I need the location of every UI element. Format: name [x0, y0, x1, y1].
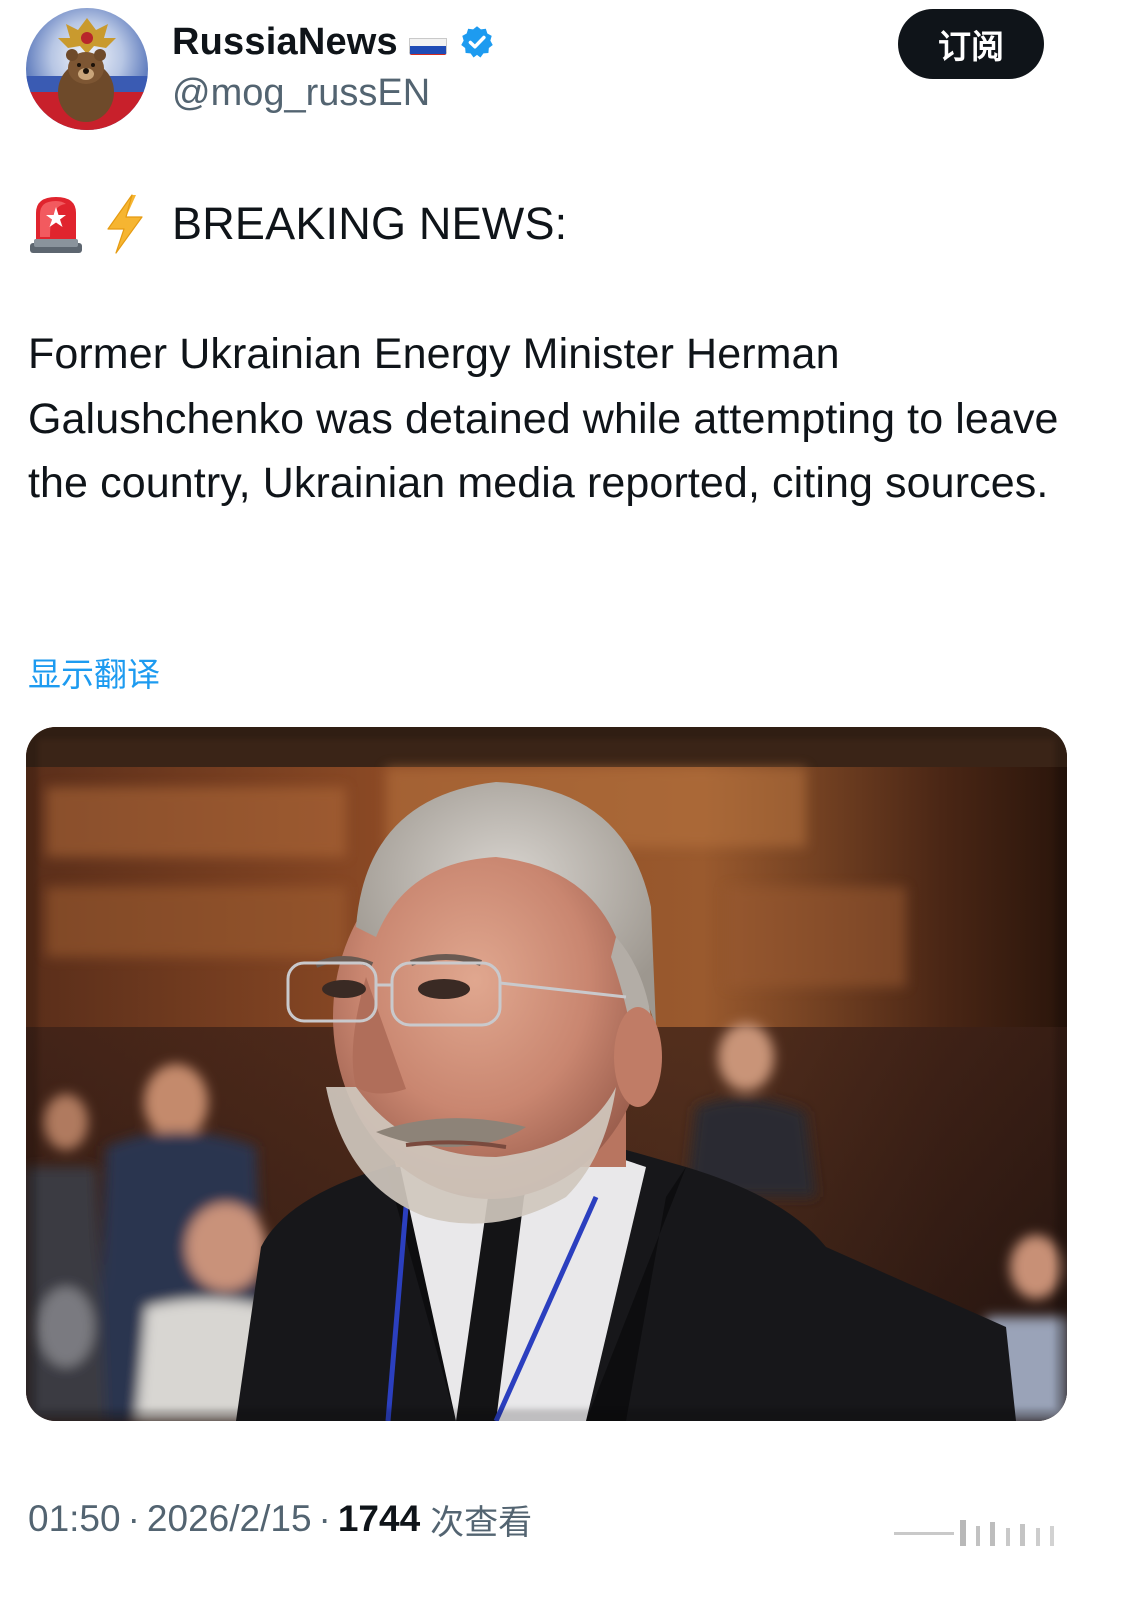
tweet-date[interactable]: 2026/2/15 — [147, 1498, 312, 1540]
russia-flag-icon — [408, 30, 447, 55]
views-label: 次查看 — [430, 1502, 533, 1543]
account-handle[interactable]: @mog_russEN — [172, 70, 430, 116]
watermark — [894, 1516, 1074, 1550]
headline-row: BREAKING NEWS: — [28, 192, 567, 256]
subscribe-button[interactable]: 订阅 — [898, 9, 1044, 79]
avatar[interactable] — [26, 8, 148, 130]
siren-icon — [28, 193, 84, 255]
tweet-photo[interactable] — [26, 727, 1067, 1421]
separator-dot: · — [127, 1498, 140, 1539]
avatar-image — [26, 8, 148, 130]
display-name-text: RussiaNews — [172, 21, 398, 63]
tweet-photo-image — [26, 727, 1067, 1421]
tweet-meta: 01:50 · 2026/2/15 · 1744 次查看 — [28, 1494, 532, 1544]
views-count: 1744 — [337, 1498, 421, 1539]
show-translation-link[interactable]: 显示翻译 — [28, 652, 160, 698]
display-name[interactable]: RussiaNews — [172, 16, 495, 68]
tweet-body-text: Former Ukrainian Energy Minister Herman … — [28, 330, 1059, 507]
separator-dot: · — [318, 1498, 331, 1539]
zap-icon — [102, 193, 148, 255]
verified-badge-icon[interactable] — [459, 24, 495, 60]
headline-text: BREAKING NEWS: — [172, 198, 568, 249]
tweet-time[interactable]: 01:50 — [28, 1498, 121, 1540]
